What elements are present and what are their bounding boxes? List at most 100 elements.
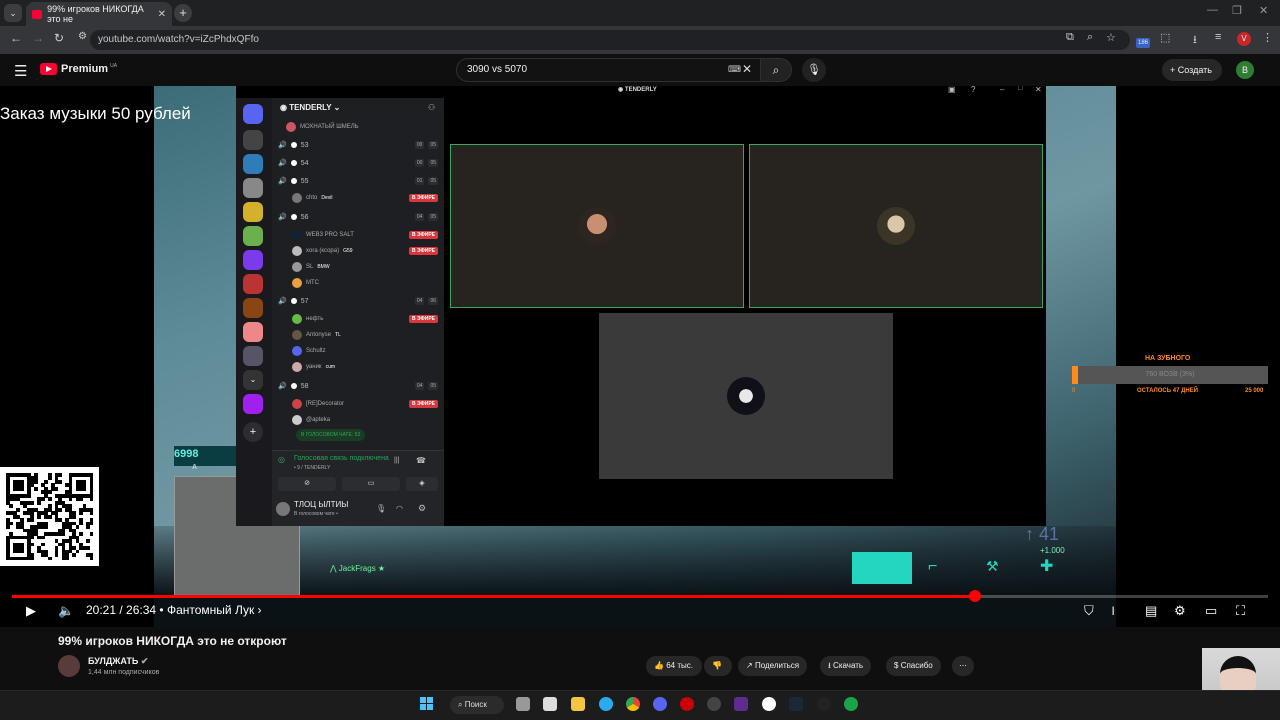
voice-chat-pill[interactable]: В ГОЛОСОВОМ ЧАТЕ: 53 (296, 429, 366, 441)
add-server-icon[interactable]: + (243, 422, 263, 442)
server-icon[interactable] (243, 130, 263, 150)
address-bar[interactable]: youtube.com/watch?v=iZcPhdxQFfo (90, 30, 1130, 50)
taskbar-search[interactable]: ⌕ Поиск (450, 696, 504, 714)
voice-user[interactable]: chto Devil В ЭФИРЕ (292, 191, 438, 204)
telegram-icon[interactable] (599, 697, 613, 711)
bookmark-star-icon[interactable]: ☆ (1106, 31, 1116, 44)
clear-search-icon[interactable]: ✕ (742, 62, 752, 76)
server-icon[interactable] (243, 202, 263, 222)
maximize-icon[interactable]: ❐ (1232, 4, 1242, 17)
site-info-icon[interactable]: ⚙ (78, 31, 87, 42)
profile-avatar[interactable]: V (1237, 32, 1251, 46)
voice-channel-55[interactable]: 🔊 55 01 05 (278, 174, 438, 188)
youtube-logo[interactable]: Premium UA (40, 63, 117, 75)
miniplayer-icon[interactable]: ▭ (1205, 603, 1217, 619)
voice-user[interactable]: уаник cum (292, 360, 438, 373)
voice-user[interactable]: WEB3 PRO SALT В ЭФИРЕ (292, 228, 438, 241)
video-player[interactable]: Заказ музыки 50 рублей 6998 A ⋀ JackFrag… (0, 86, 1280, 627)
server-icon[interactable] (243, 322, 263, 342)
windows-start-icon[interactable] (420, 697, 434, 711)
yandex-icon[interactable] (762, 697, 776, 711)
chapter-title[interactable]: • Фантомный Лук › (159, 603, 261, 617)
store-icon[interactable] (543, 697, 557, 711)
guild-name[interactable]: ◉ TENDERLY ⌄ (280, 103, 340, 112)
video-tile[interactable] (749, 144, 1043, 308)
voice-channel-53[interactable]: 🔊 53 00 05 (278, 138, 438, 152)
server-icon[interactable] (243, 178, 263, 198)
voice-channel-57[interactable]: 🔊 57 04 06 (278, 294, 438, 308)
voice-user[interactable]: нефть В ЭФИРЕ (292, 312, 438, 325)
channel-avatar[interactable] (58, 655, 80, 677)
hamburger-menu-icon[interactable]: ☰ (14, 62, 27, 80)
minimize-icon[interactable]: — (1207, 4, 1218, 16)
video-tile[interactable] (599, 313, 893, 479)
discord-maximize-icon[interactable]: □ (1018, 86, 1022, 92)
sponsor-shield-icon[interactable]: ⛉ (1084, 603, 1094, 619)
task-view-icon[interactable] (516, 697, 530, 711)
voice-channel-54[interactable]: 🔊 54 00 05 (278, 156, 438, 170)
forward-icon[interactable]: → (32, 31, 44, 45)
headphones-icon[interactable]: ◠ (396, 504, 403, 513)
voice-user[interactable]: [RE]Decorator В ЭФИРЕ (292, 397, 438, 410)
discord-home-icon[interactable] (243, 104, 263, 124)
search-button[interactable]: ⌕ (760, 58, 792, 82)
app-icon[interactable] (707, 697, 721, 711)
discord-minimize-icon[interactable]: – (1000, 86, 1004, 94)
tab-close-icon[interactable]: ✕ (158, 9, 166, 20)
browser-tab[interactable]: 99% игроков НИКОГДА это не ✕ (26, 2, 172, 26)
voice-user[interactable]: MTC (292, 276, 438, 289)
utorrent-icon[interactable] (844, 697, 858, 711)
voice-channel-58[interactable]: 🔊 58 04 05 (278, 379, 438, 393)
channel-name[interactable]: БУЛДЖАТЬ ✔ (88, 656, 148, 667)
mic-icon[interactable]: 🎙 (376, 504, 386, 513)
settings-gear-icon[interactable]: ⚙ (1174, 603, 1186, 619)
discord-icon[interactable] (653, 697, 667, 711)
camera-button[interactable]: ⊘ (278, 477, 336, 491)
activity-button[interactable]: ◈ (406, 477, 438, 491)
server-icon[interactable] (243, 274, 263, 294)
media-control-icon[interactable]: ≡ (1215, 31, 1221, 43)
new-tab-button[interactable]: + (174, 4, 192, 22)
discord-inbox-icon[interactable]: ▣ (948, 86, 956, 94)
add-member-icon[interactable]: ⚇ (428, 103, 435, 112)
reload-icon[interactable]: ↻ (54, 31, 64, 45)
voice-user[interactable]: @apteka (292, 413, 438, 426)
zoom-icon[interactable]: ⌕ (1087, 31, 1093, 44)
steam-icon[interactable] (789, 697, 803, 711)
account-avatar[interactable]: B (1236, 61, 1254, 79)
disconnect-icon[interactable]: ☎ (416, 456, 426, 465)
server-folder-chevron-icon[interactable]: ⌄ (243, 370, 263, 390)
close-window-icon[interactable]: ✕ (1259, 4, 1268, 17)
discord-close-icon[interactable]: ✕ (1035, 86, 1042, 94)
file-explorer-icon[interactable] (571, 697, 585, 711)
create-button[interactable]: + Создать (1162, 59, 1222, 81)
more-actions-button[interactable]: ⋯ (952, 656, 974, 676)
user-avatar[interactable] (276, 502, 290, 516)
download-button[interactable]: ⭳ Скачать (820, 656, 872, 676)
voice-user[interactable]: xora (ксора) G59 В ЭФИРЕ (292, 244, 438, 257)
server-icon[interactable] (243, 154, 263, 174)
subtitles-icon[interactable]: ▤ (1145, 603, 1157, 619)
fullscreen-icon[interactable]: ⛶ (1236, 603, 1245, 619)
settings-gear-icon[interactable]: ⚙ (418, 503, 426, 514)
search-input[interactable]: 3090 vs 5070 (456, 58, 762, 82)
obs-icon[interactable] (817, 697, 831, 711)
screen-share-button[interactable]: ▭ (342, 477, 400, 491)
voice-channel-56[interactable]: 🔊 56 04 05 (278, 210, 438, 224)
play-icon[interactable]: ▶ (26, 603, 36, 619)
server-icon[interactable] (243, 226, 263, 246)
server-icon[interactable] (243, 298, 263, 318)
like-button[interactable]: 👍 64 тыс. (646, 656, 702, 676)
video-tile[interactable] (450, 144, 744, 308)
download-icon[interactable]: ⭳ (1193, 31, 1197, 50)
voice-user[interactable]: Antonyse TL (292, 328, 438, 341)
back-icon[interactable]: ← (10, 31, 22, 45)
cast-icon[interactable]: ⧉ (1066, 31, 1074, 44)
noise-suppression-icon[interactable]: ||| (394, 457, 399, 464)
server-icon[interactable] (243, 394, 263, 414)
discord-help-icon[interactable]: ? (971, 86, 975, 94)
tab-list-button[interactable]: ⌄ (4, 4, 22, 22)
extension-badge[interactable]: 186 (1136, 38, 1150, 48)
server-icon[interactable] (243, 250, 263, 270)
chrome-icon[interactable] (626, 697, 640, 711)
